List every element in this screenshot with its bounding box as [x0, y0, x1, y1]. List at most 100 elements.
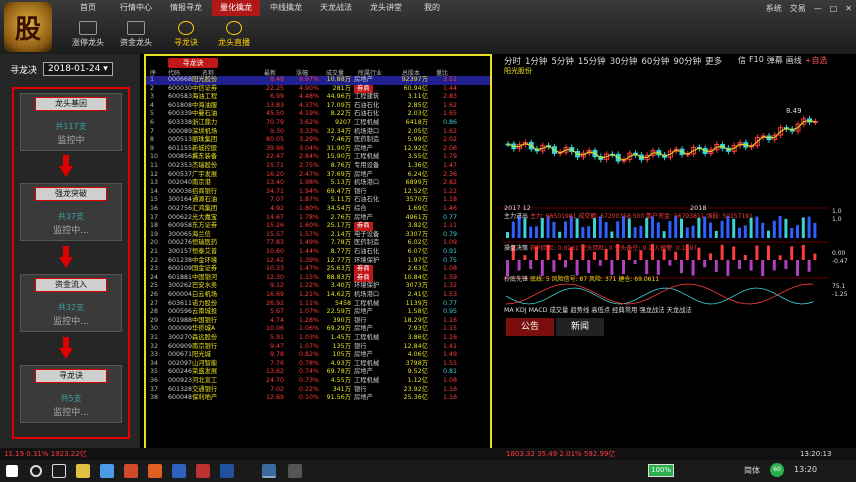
table-row[interactable]: 37 601328 交通银行 7.02 0.22% 341万 银行 23.92亿 1.16 [146, 386, 490, 395]
table-row[interactable]: 3 600583 海油工程 6.99 4.48% 44.96万 工程建筑 3.11亿 2.83 [146, 93, 490, 102]
app-icon[interactable] [288, 464, 302, 478]
app-icon[interactable] [148, 464, 162, 478]
minimize-icon[interactable]: — [814, 4, 822, 13]
toolbar-limit-up-leader[interactable]: 涨停龙头 [64, 19, 112, 53]
indicator-tabs[interactable]: MA KDJ MACD 成交量 趋势线 高低点 经典常用 强龙战法 天龙战法 [504, 305, 692, 314]
toolbar-live[interactable]: 龙头直播 [210, 19, 258, 53]
tool-button[interactable]: 信 [738, 55, 746, 66]
app-icon[interactable] [220, 464, 234, 478]
table-row[interactable]: 30 000009 华侨城A 10.06 1.06% 69.29万 房地产 7.93亿 1.15 [146, 325, 490, 334]
battery-indicator[interactable]: 100% [648, 464, 674, 477]
card-strong-breakout[interactable]: 强龙突破 共37支 监控中... [20, 183, 122, 241]
table-row[interactable]: 17 000622 光大嘉宝 14.67 1.78% 2.76万 房地产 4961万 0.77 [146, 214, 490, 223]
nav-tab-lecture[interactable]: 龙头讲堂 [362, 0, 410, 16]
menu-trade[interactable]: 交易 [790, 3, 806, 14]
tool-button[interactable]: +自选 [805, 55, 828, 66]
table-cell: 8.76万 [330, 162, 351, 169]
table-cell: 河北宣工 [192, 377, 218, 384]
table-cell: 14 [150, 187, 159, 195]
period-tab[interactable]: 30分钟 [610, 55, 638, 67]
nav-tab-tianlong[interactable]: 天龙战法 [312, 0, 360, 16]
nav-tab-home[interactable]: 首页 [68, 0, 108, 16]
ind-name: 抄底先锋 [504, 276, 529, 283]
app-icon-active[interactable] [262, 464, 276, 478]
table-row[interactable]: 26 600004 白云机场 16.69 1.21% 14.62万 机场港口 2.41亿 1.5… [146, 291, 490, 300]
table-row[interactable]: 13 002040 南京港 13.40 1.98% 5.13万 机场港口 6899万 2.82 [146, 179, 490, 188]
table-cell: 1139万 [405, 299, 428, 307]
table-cell: 4.37% [298, 101, 319, 109]
table-row[interactable]: 15 300164 通源石油 7.07 1.87% 5.11万 石油石化 3570万 1.18 [146, 196, 490, 205]
period-tab[interactable]: 90分钟 [673, 55, 701, 67]
nav-tab-mine[interactable]: 我的 [412, 0, 452, 16]
tool-button[interactable]: 画线 [786, 55, 802, 66]
toolbar-xunlongjue[interactable]: 寻龙诀 [162, 19, 210, 53]
table-cell: 30 [150, 325, 159, 333]
table-cell: 10.88万 [326, 76, 351, 83]
tool-button[interactable]: 弹幕 [767, 55, 783, 66]
table-row[interactable]: 7 000089 深圳机场 9.30 3.33% 32.34万 机场港口 2.05亿 1.62 [146, 128, 490, 137]
maximize-icon[interactable]: □ [830, 4, 838, 13]
table-tab[interactable]: 寻龙诀 [168, 58, 218, 68]
app-icon[interactable] [172, 464, 186, 478]
task-view-icon[interactable] [52, 464, 66, 478]
tool-button[interactable]: F10 [749, 55, 764, 66]
table-cell: 5.99亿 [407, 136, 428, 144]
table-row[interactable]: 35 600246 荣盛发展 13.62 0.74% 69.78万 房地产 9.52亿 0.81 [146, 368, 490, 377]
windows-icon[interactable] [6, 465, 18, 477]
nav-tab-market[interactable]: 行情中心 [112, 0, 160, 16]
menu-system[interactable]: 系统 [766, 3, 782, 14]
nav-tab-intel[interactable]: 情报寻龙 [162, 0, 210, 16]
table-row[interactable]: 32 600909 南京银行 9.47 1.07% 135万 银行 12.84亿 1.41 [146, 343, 490, 352]
table-row[interactable]: 25 300262 巴安水务 9.12 1.22% 3.40万 环境保护 3073万 1.32 [146, 282, 490, 291]
table-row[interactable]: 11 002353 杰瑞股份 15.71 2.75% 8.76万 专用设备 1.36亿 1.47 [146, 162, 490, 171]
table-row[interactable]: 18 600958 东方证券 15.26 1.60% 25.17万 券商 3.82亿 1.11 [146, 222, 490, 231]
period-tab[interactable]: 60分钟 [642, 55, 670, 67]
table-row[interactable]: 27 603611 诺力股份 26.92 1.11% 5458 工程机械 1139万 0.77 [146, 300, 490, 309]
table-row[interactable]: 20 000276 恒瑞医药 77.83 1.49% 7.78万 医药制造 6.02亿 1.09 [146, 239, 490, 248]
table-row[interactable]: 23 600109 国金证券 10.33 1.47% 25.63万 券商 2.63亿 1.08 [146, 265, 490, 274]
table-row[interactable]: 31 300270 森远股份 5.91 1.03% 1.45万 工程机械 3.86亿 1.16 [146, 334, 490, 343]
clock[interactable]: 13:20 [794, 465, 817, 474]
folder-icon[interactable] [76, 464, 90, 478]
period-tabs: 分时 1分钟 5分钟 15分钟 30分钟 60分钟 90分钟 更多 [504, 55, 722, 67]
table-row[interactable]: 16 002756 汇鸿集团 4.92 1.80% 34.54万 综合 1.69亿 1.46 [146, 205, 490, 214]
search-icon[interactable] [30, 465, 42, 477]
badge[interactable]: 60 [770, 463, 784, 477]
app-icon[interactable] [196, 464, 210, 478]
index-right: 1803.32 35.49 2.01% 592.99亿 [506, 450, 616, 458]
tab-announcement[interactable]: 公告 [506, 318, 554, 336]
card-fund-inflow[interactable]: 资金流入 共32支 监控中... [20, 274, 122, 332]
table-cell: 1.16 [442, 334, 457, 341]
table-row[interactable]: 28 000596 云南城投 5.67 1.07% 22.59万 房地产 1.58亿 0.95 [146, 308, 490, 317]
table-row[interactable]: 36 000923 河北宣工 24.70 0.73% 4.55万 工程机械 1.12亿 1.08 [146, 377, 490, 386]
ime-indicator[interactable]: 简体 [744, 465, 760, 476]
table-row[interactable]: 33 000671 阳光城 9.78 0.82% 105万 房地产 4.06亿 1.49 [146, 351, 490, 360]
nav-tab-quant[interactable]: 量化擒龙 [212, 0, 260, 16]
table-row[interactable]: 1 000668 阳光股份 8.49 9.97% 10.88万 房地产 92397万 3.51 [146, 76, 490, 85]
card-xunlongjue[interactable]: 寻龙诀 共5支 监控中... [20, 365, 122, 423]
period-tab[interactable]: 5分钟 [551, 55, 573, 67]
app-icon[interactable] [124, 464, 138, 478]
period-tab[interactable]: 更多 [705, 55, 722, 67]
card-dragon-gene[interactable]: 龙头基因 共117支 监控中 [20, 93, 122, 151]
indicator-bar [703, 260, 707, 268]
table-row[interactable]: 6 603338 浙江鼎力 70.79 3.62% 9207 工程机械 6418万 0.86 [146, 119, 490, 128]
table-row[interactable]: 2 600030 中信证券 22.25 4.90% 281万 券商 60.94亿 1.44 [146, 84, 490, 94]
table-cell: 海油工程 [192, 93, 218, 101]
table-row[interactable]: 21 300157 恒泰艾普 10.60 1.44% 8.77万 石油石化 6.07亿 0.91 [146, 248, 490, 257]
table-row[interactable]: 8 000513 丽珠集团 80.05 3.29% 7.46万 医药制造 5.99亿 2.02 [146, 136, 490, 145]
nav-tab-midterm[interactable]: 中线擒龙 [262, 0, 310, 16]
tab-news[interactable]: 新闻 [556, 318, 604, 336]
close-icon[interactable]: ✕ [845, 4, 852, 13]
date-select[interactable]: 2018-01-24 ▾ [43, 62, 113, 76]
table-row[interactable]: 22 601238 中金环境 12.42 1.39% 12.77万 环境保护 1.97亿 0.7… [146, 257, 490, 266]
table-cell: 000089 [168, 127, 193, 135]
table-row[interactable]: 38 600048 保利地产 12.69 0.10% 91.56万 房地产 25.36亿 1.1… [146, 394, 490, 403]
toolbar-fund-leader[interactable]: 资金龙头 [112, 19, 160, 53]
browser-icon[interactable] [100, 464, 114, 478]
period-tab[interactable]: 15分钟 [578, 55, 606, 67]
indicator-bar [726, 260, 730, 276]
table-row[interactable]: 10 000856 冀东装备 22.47 2.84% 15.90万 工程机械 3.55亿 1.7… [146, 153, 490, 162]
table-row[interactable]: 5 600339 中曼石油 45.50 4.19% 8.22万 石油石化 2.03亿 1.65 [146, 110, 490, 119]
table-row[interactable]: 12 600537 广宇发展 16.20 2.47% 37.69万 房地产 6.24亿 2.36 [146, 171, 490, 180]
